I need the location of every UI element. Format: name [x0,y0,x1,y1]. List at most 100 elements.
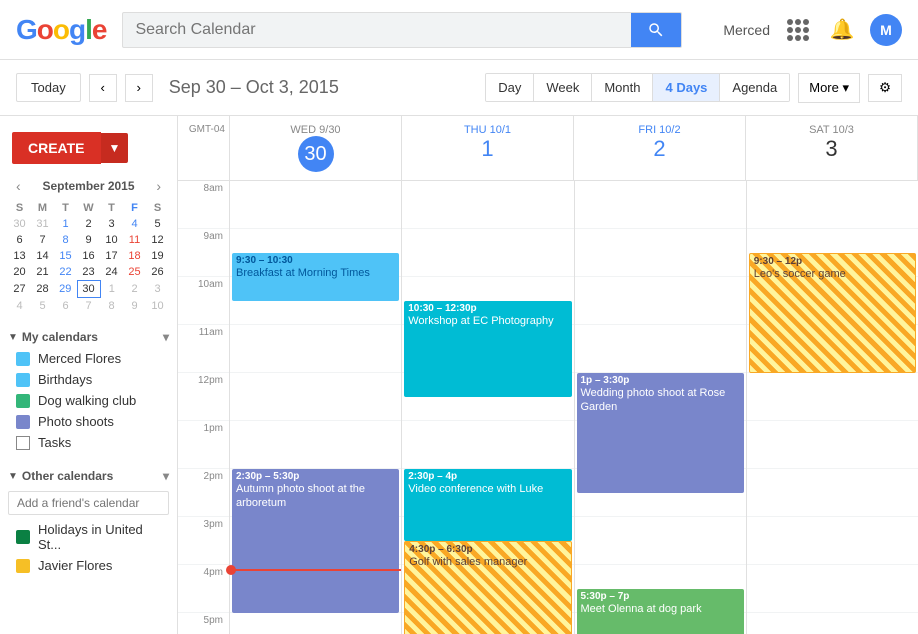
my-cal-more[interactable]: ▾ [163,330,169,344]
fri-day-name: FRI 10/2 [578,124,741,136]
mini-cal-day[interactable]: 15 [54,248,77,264]
mini-cal-day[interactable]: 30 [8,216,31,232]
view-4days[interactable]: 4 Days [653,74,720,101]
mini-cal-day[interactable]: 29 [54,281,77,298]
mini-cal-day[interactable]: 27 [8,281,31,298]
time-9am: 9am [178,229,229,277]
view-day[interactable]: Day [486,74,534,101]
mini-cal-day[interactable]: 22 [54,264,77,281]
search-input[interactable] [123,13,631,47]
event-soccer-time: 9:30 – 12p [754,256,911,267]
other-cal-more[interactable]: ▾ [163,469,169,483]
notifications-button[interactable]: 🔔 [826,14,858,46]
day-col-thu: 10:30 – 12:30p Workshop at EC Photograph… [402,181,574,634]
mini-cal-day[interactable]: 11 [123,232,146,248]
mini-cal-day[interactable]: 8 [100,298,123,315]
mini-cal-day[interactable]: 17 [100,248,123,264]
event-olenna[interactable]: 5:30p – 7p Meet Olenna at dog park [577,589,744,634]
event-breakfast[interactable]: 9:30 – 10:30 Breakfast at Morning Times [232,253,399,301]
mini-cal-day[interactable]: 28 [31,281,54,298]
next-button[interactable]: › [125,74,153,102]
event-workshop[interactable]: 10:30 – 12:30p Workshop at EC Photograph… [404,301,571,397]
mini-cal-day[interactable]: 7 [77,298,100,315]
mini-cal-day[interactable]: 7 [31,232,54,248]
mini-cal-day[interactable]: 5 [146,216,169,232]
create-main-button[interactable]: CREATE [12,132,101,164]
mini-cal-day[interactable]: 1 [100,281,123,298]
view-week[interactable]: Week [534,74,592,101]
mini-cal-day[interactable]: 30 [77,281,100,298]
mini-cal-day[interactable]: 31 [31,216,54,232]
cal-item-birthdays[interactable]: Birthdays [0,369,177,390]
day-header-m: M [31,200,54,216]
mini-cal-day[interactable]: 8 [54,232,77,248]
mini-cal-day[interactable]: 10 [100,232,123,248]
mini-cal-day[interactable]: 26 [146,264,169,281]
search-bar [122,12,682,48]
event-soccer[interactable]: 9:30 – 12p Leo's soccer game [749,253,916,373]
event-golf[interactable]: 4:30p – 6:30p Golf with sales manager [404,541,571,634]
mini-cal-next[interactable]: › [152,176,165,196]
mini-cal-day[interactable]: 1 [54,216,77,232]
mini-cal-day[interactable]: 12 [146,232,169,248]
mini-cal-day[interactable]: 9 [123,298,146,315]
mini-cal-day[interactable]: 20 [8,264,31,281]
view-month[interactable]: Month [592,74,653,101]
mini-cal-day[interactable]: 6 [8,232,31,248]
avatar[interactable]: M [870,14,902,46]
mini-cal-day[interactable]: 6 [54,298,77,315]
other-cal-arrow: ▼ [8,471,18,482]
mini-cal-day[interactable]: 3 [146,281,169,298]
event-wedding-shoot[interactable]: 1p – 3:30p Wedding photo shoot at Rose G… [577,373,744,493]
cal-item-holidays[interactable]: Holidays in United St... [0,519,177,555]
day-header-s: S [8,200,31,216]
mini-cal-day[interactable]: 21 [31,264,54,281]
day-header-f: F [123,200,146,216]
cal-item-photo-shoots[interactable]: Photo shoots [0,411,177,432]
cal-item-javier[interactable]: Javier Flores [0,555,177,576]
mini-cal-day[interactable]: 16 [77,248,100,264]
apps-button[interactable] [782,14,814,46]
mini-cal-day[interactable]: 4 [123,216,146,232]
current-time-line [230,569,401,571]
settings-button[interactable]: ⚙ [868,74,902,102]
mini-cal-day[interactable]: 24 [100,264,123,281]
today-button[interactable]: Today [16,73,81,102]
other-calendars-header[interactable]: ▼ Other calendars ▾ [0,465,177,487]
more-button[interactable]: More ▾ [798,73,860,103]
my-calendars-header[interactable]: ▼ My calendars ▾ [0,326,177,348]
mini-cal-day[interactable]: 5 [31,298,54,315]
time-11am: 11am [178,325,229,373]
tasks-checkbox[interactable] [16,436,30,450]
cal-item-tasks[interactable]: Tasks [0,432,177,453]
mini-cal-day[interactable]: 3 [100,216,123,232]
event-autumn-shoot[interactable]: 2:30p – 5:30p Autumn photo shoot at the … [232,469,399,613]
javier-dot [16,559,30,573]
add-friend-input[interactable] [8,491,169,515]
time-5pm: 5pm [178,613,229,634]
mini-cal-title[interactable]: September 2015 [42,179,134,193]
mini-cal-day[interactable]: 18 [123,248,146,264]
mini-cal-day[interactable]: 2 [123,281,146,298]
create-dropdown-button[interactable]: ▼ [101,133,129,163]
mini-cal-prev[interactable]: ‹ [12,176,25,196]
mini-cal-day[interactable]: 25 [123,264,146,281]
mini-cal-day[interactable]: 19 [146,248,169,264]
mini-cal-day[interactable]: 13 [8,248,31,264]
cal-body: 8am 9am 10am 11am 12pm 1pm 2pm 3pm 4pm 5… [178,181,918,634]
event-video-conf[interactable]: 2:30p – 4p Video conference with Luke [404,469,571,541]
mini-cal-day[interactable]: 23 [77,264,100,281]
top-right-actions: Merced 🔔 M [723,14,902,46]
mini-cal-day[interactable]: 2 [77,216,100,232]
prev-button[interactable]: ‹ [89,74,117,102]
mini-cal-day[interactable]: 14 [31,248,54,264]
search-button[interactable] [631,13,681,47]
mini-cal-day[interactable]: 9 [77,232,100,248]
day-header-w: W [77,200,100,216]
cal-item-merced[interactable]: Merced Flores [0,348,177,369]
other-calendars-section: ▼ Other calendars ▾ Holidays in United S… [0,465,177,576]
view-agenda[interactable]: Agenda [720,74,789,101]
mini-cal-day[interactable]: 4 [8,298,31,315]
mini-cal-day[interactable]: 10 [146,298,169,315]
cal-item-dog-walking[interactable]: Dog walking club [0,390,177,411]
